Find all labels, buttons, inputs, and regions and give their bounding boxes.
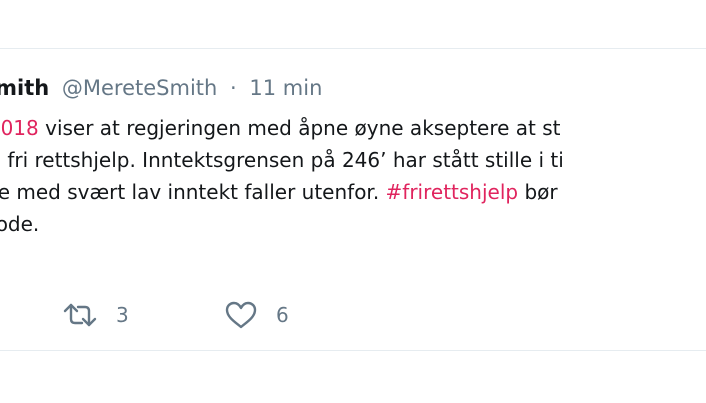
tweet-text-segment: gode.	[0, 212, 40, 236]
author-name[interactable]: Smith	[0, 76, 49, 100]
author-handle[interactable]: @MereteSmith	[62, 76, 217, 100]
retweet-count: 3	[116, 303, 129, 327]
hashtag-link[interactable]: t2018	[0, 116, 39, 140]
heart-icon	[224, 300, 258, 330]
header-separator: ·	[230, 76, 237, 100]
tweet-actions: 3 6	[0, 297, 400, 333]
tweet-timestamp[interactable]: 11 min	[249, 76, 322, 100]
retweet-button[interactable]: 3	[62, 297, 129, 333]
tweet-text-segment: de med svært lav inntekt faller utenfor.	[0, 180, 386, 204]
tweet-text: t2018 viser at regjeringen med åpne øyne…	[0, 112, 706, 240]
hashtag-link[interactable]: #frirettshjelp	[386, 180, 519, 204]
tweet-header: Smith @MereteSmith · 11 min	[0, 73, 322, 103]
retweet-icon	[62, 301, 98, 329]
tweet-card[interactable]: Smith @MereteSmith · 11 min t2018 viser …	[0, 49, 706, 350]
tweet-text-line: de med svært lav inntekt faller utenfor.…	[0, 176, 706, 208]
tweet-text-line: t2018 viser at regjeringen med åpne øyne…	[0, 112, 706, 144]
tweet-text-segment: viser at regjeringen med åpne øyne aksep…	[38, 116, 561, 140]
tweet-text-segment: bør	[518, 180, 558, 204]
tweet-text-segment: til fri rettshjelp. Inntektsgrensen på 2…	[0, 148, 564, 172]
like-count: 6	[276, 303, 289, 327]
tweet-text-line: til fri rettshjelp. Inntektsgrensen på 2…	[0, 144, 706, 176]
like-button[interactable]: 6	[224, 297, 289, 333]
tweet-text-line: gode.	[0, 208, 706, 240]
bottom-divider	[0, 350, 706, 351]
